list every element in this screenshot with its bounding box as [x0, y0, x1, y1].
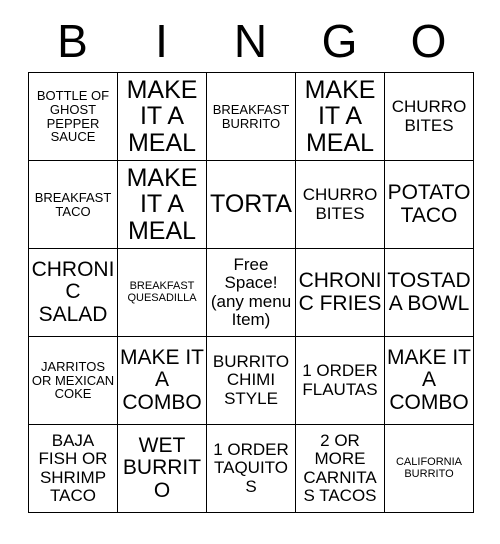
bingo-cell[interactable]: TORTA	[206, 160, 296, 249]
bingo-cell[interactable]: MAKE IT A MEAL	[117, 160, 207, 249]
bingo-cell-label: BURRITO CHIMI STYLE	[212, 352, 290, 408]
bingo-cell-label: 2 OR MORE CARNITAS TACOS	[303, 431, 377, 505]
bingo-cell-label: MAKE IT A MEAL	[126, 75, 198, 157]
bingo-cell-label: CHRONIC SALAD	[31, 258, 115, 326]
bingo-cell[interactable]: BURRITO CHIMI STYLE	[206, 336, 296, 425]
bingo-row: BAJA FISH OR SHRIMP TACO WET BURRITO 1 O…	[28, 424, 474, 513]
bingo-cell-label: JARRITOS OR MEXICAN COKE	[31, 358, 115, 402]
bingo-header: B I N G O	[28, 10, 473, 72]
bingo-cell-label: 1 ORDER FLAUTAS	[302, 361, 378, 399]
bingo-cell[interactable]: WET BURRITO	[117, 424, 207, 513]
bingo-cell-label: BREAKFAST TACO	[34, 189, 112, 219]
bingo-cell-label: TOSTADA BOWL	[387, 269, 471, 315]
bingo-cell-label: CHRONIC FRIES	[298, 269, 382, 315]
bingo-cell[interactable]: BAJA FISH OR SHRIMP TACO	[28, 424, 118, 513]
bingo-cell-label: POTATO TACO	[387, 181, 471, 227]
bingo-cell[interactable]: 1 ORDER TAQUITOS	[206, 424, 296, 513]
bingo-cell-label: MAKE IT A MEAL	[304, 75, 376, 157]
bingo-cell[interactable]: MAKE IT A MEAL	[295, 72, 385, 161]
bingo-cell[interactable]: 2 OR MORE CARNITAS TACOS	[295, 424, 385, 513]
bingo-cell-label: WET BURRITO	[122, 434, 202, 502]
bingo-cell-label: MAKE IT A MEAL	[126, 163, 198, 245]
bingo-cell[interactable]: CHRONIC FRIES	[295, 248, 385, 337]
bingo-cell[interactable]: POTATO TACO	[384, 160, 474, 249]
bingo-cell-label: BOTTLE OF GHOST PEPPER SAUCE	[36, 87, 110, 145]
bingo-cell[interactable]: CHURRO BITES	[384, 72, 474, 161]
bingo-cell-label: CHURRO BITES	[302, 185, 378, 223]
bingo-cell[interactable]: 1 ORDER FLAUTAS	[295, 336, 385, 425]
bingo-cell[interactable]: TOSTADA BOWL	[384, 248, 474, 337]
bingo-cell-label: MAKE IT A COMBO	[387, 346, 472, 414]
bingo-cell-label: CALIFORNIA BURRITO	[395, 455, 462, 480]
bingo-cell[interactable]: MAKE IT A COMBO	[384, 336, 474, 425]
header-letter-o: O	[410, 15, 447, 67]
bingo-cell-label: BREAKFAST QUESADILLA	[127, 279, 197, 304]
bingo-cell[interactable]: CHURRO BITES	[295, 160, 385, 249]
bingo-cell-free-space[interactable]: Free Space! (any menu Item)	[206, 248, 296, 337]
bingo-cell-label: MAKE IT A COMBO	[120, 346, 205, 414]
bingo-row: JARRITOS OR MEXICAN COKE MAKE IT A COMBO…	[28, 336, 474, 425]
header-letter-b: B	[57, 15, 88, 67]
bingo-cell[interactable]: BOTTLE OF GHOST PEPPER SAUCE	[28, 72, 118, 161]
bingo-cell-label: TORTA	[210, 190, 292, 219]
header-letter-i: I	[155, 15, 168, 67]
header-letter-n: N	[233, 15, 268, 67]
bingo-cell-label: CHURRO BITES	[391, 97, 467, 135]
bingo-cell[interactable]: CALIFORNIA BURRITO	[384, 424, 474, 513]
bingo-cell[interactable]: BREAKFAST BURRITO	[206, 72, 296, 161]
bingo-cell-label: BAJA FISH OR SHRIMP TACO	[38, 431, 108, 505]
bingo-row: BREAKFAST TACO MAKE IT A MEAL TORTA CHUR…	[28, 160, 474, 249]
bingo-cell-label: Free Space! (any menu Item)	[210, 255, 292, 329]
bingo-cell[interactable]: MAKE IT A COMBO	[117, 336, 207, 425]
bingo-cell[interactable]: BREAKFAST TACO	[28, 160, 118, 249]
bingo-cell[interactable]: BREAKFAST QUESADILLA	[117, 248, 207, 337]
bingo-grid: BOTTLE OF GHOST PEPPER SAUCE MAKE IT A M…	[28, 72, 474, 513]
bingo-cell[interactable]: MAKE IT A MEAL	[117, 72, 207, 161]
header-letter-g: G	[321, 15, 358, 67]
bingo-cell-label: BREAKFAST BURRITO	[212, 101, 290, 131]
bingo-cell-label: 1 ORDER TAQUITOS	[213, 440, 289, 496]
bingo-row: CHRONIC SALAD BREAKFAST QUESADILLA Free …	[28, 248, 474, 337]
bingo-row: BOTTLE OF GHOST PEPPER SAUCE MAKE IT A M…	[28, 72, 474, 161]
bingo-card: B I N G O BOTTLE OF GHOST PEPPER SAUCE M…	[28, 10, 474, 513]
bingo-cell[interactable]: CHRONIC SALAD	[28, 248, 118, 337]
bingo-cell[interactable]: JARRITOS OR MEXICAN COKE	[28, 336, 118, 425]
